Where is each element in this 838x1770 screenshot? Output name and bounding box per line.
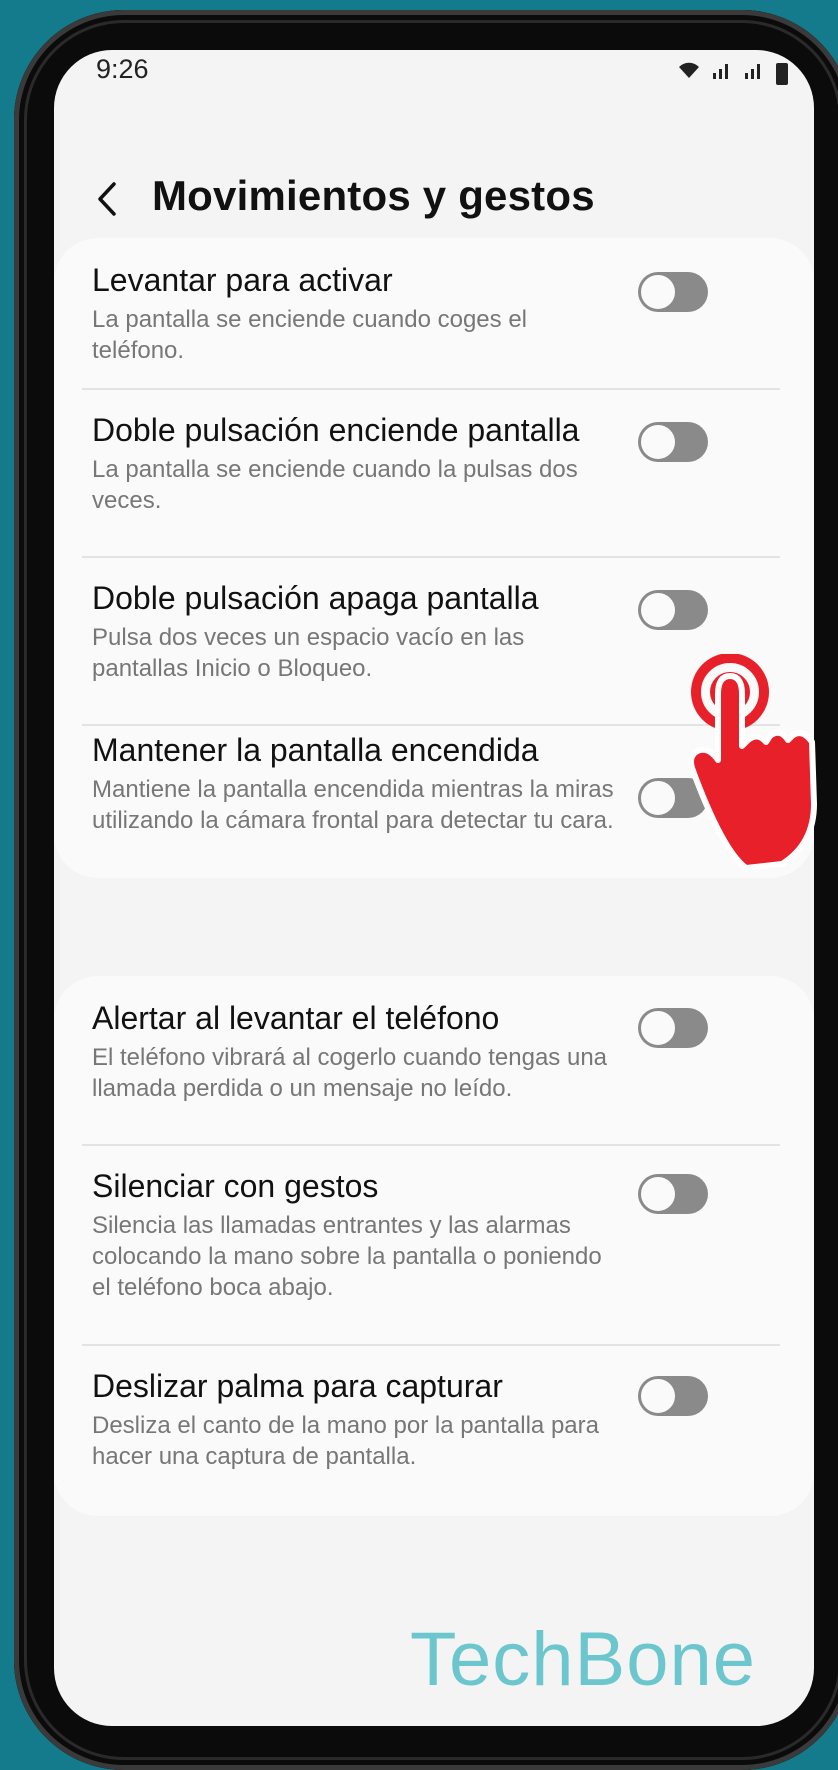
toggle-knob bbox=[639, 1377, 677, 1415]
back-arrow-icon[interactable] bbox=[88, 172, 128, 226]
wifi-icon bbox=[676, 58, 702, 85]
signal-icon bbox=[712, 60, 734, 85]
signal-icon bbox=[744, 60, 766, 85]
setting-description: La pantalla se enciende cuando la pulsas… bbox=[92, 456, 578, 514]
setting-description: El teléfono vibrará al cogerlo cuando te… bbox=[92, 1044, 608, 1102]
setting-row-lift-to-wake[interactable]: Levantar para activar La pantalla se enc… bbox=[54, 238, 814, 378]
status-bar: 9:26 bbox=[54, 50, 814, 120]
toggle-switch[interactable] bbox=[638, 422, 708, 462]
toggle-knob bbox=[639, 423, 677, 461]
toggle-switch[interactable] bbox=[638, 1174, 708, 1214]
page-title: Movimientos y gestos bbox=[152, 172, 595, 219]
setting-title: Doble pulsación apaga pantalla bbox=[92, 580, 539, 616]
setting-title: Doble pulsación enciende pantalla bbox=[92, 412, 580, 448]
setting-description: La pantalla se enciende cuando coges el … bbox=[92, 306, 527, 364]
setting-row-double-tap-on[interactable]: Doble pulsación enciende pantalla La pan… bbox=[54, 388, 814, 538]
setting-title: Deslizar palma para capturar bbox=[92, 1368, 503, 1404]
toggle-knob bbox=[639, 273, 677, 311]
toggle-switch[interactable] bbox=[638, 1376, 708, 1416]
settings-card-alerts: Alertar al levantar el teléfono El teléf… bbox=[54, 976, 814, 1516]
setting-title: Mantener la pantalla encendida bbox=[92, 732, 539, 768]
setting-title: Silenciar con gestos bbox=[92, 1168, 379, 1204]
toggle-switch[interactable] bbox=[638, 1008, 708, 1048]
toggle-knob bbox=[639, 1009, 677, 1047]
setting-description: Desliza el canto de la mano por la panta… bbox=[92, 1412, 599, 1470]
setting-description: Silencia las llamadas entrantes y las al… bbox=[92, 1212, 602, 1301]
setting-row-alert-on-pickup[interactable]: Alertar al levantar el teléfono El teléf… bbox=[54, 976, 814, 1136]
toggle-knob bbox=[639, 1175, 677, 1213]
tap-gesture-hand-icon bbox=[688, 654, 817, 871]
phone-screen: 9:26 Movimientos y gestos Levantar para … bbox=[54, 50, 814, 1726]
toggle-switch[interactable] bbox=[638, 590, 708, 630]
setting-description: Pulsa dos veces un espacio vacío en las … bbox=[92, 624, 525, 682]
battery-icon bbox=[776, 63, 788, 85]
status-time: 9:26 bbox=[96, 54, 149, 84]
setting-title: Levantar para activar bbox=[92, 262, 393, 298]
setting-title: Alertar al levantar el teléfono bbox=[92, 1000, 500, 1036]
setting-row-palm-swipe-capture[interactable]: Deslizar palma para capturar Desliza el … bbox=[54, 1344, 814, 1516]
status-icons bbox=[676, 58, 788, 85]
toggle-switch[interactable] bbox=[638, 272, 708, 312]
setting-row-mute-with-gestures[interactable]: Silenciar con gestos Silencia las llamad… bbox=[54, 1144, 814, 1344]
toggle-knob bbox=[639, 591, 677, 629]
toggle-knob bbox=[639, 779, 677, 817]
techbone-watermark: TechBone bbox=[410, 1617, 757, 1702]
setting-description: Mantiene la pantalla encendida mientras … bbox=[92, 776, 614, 834]
